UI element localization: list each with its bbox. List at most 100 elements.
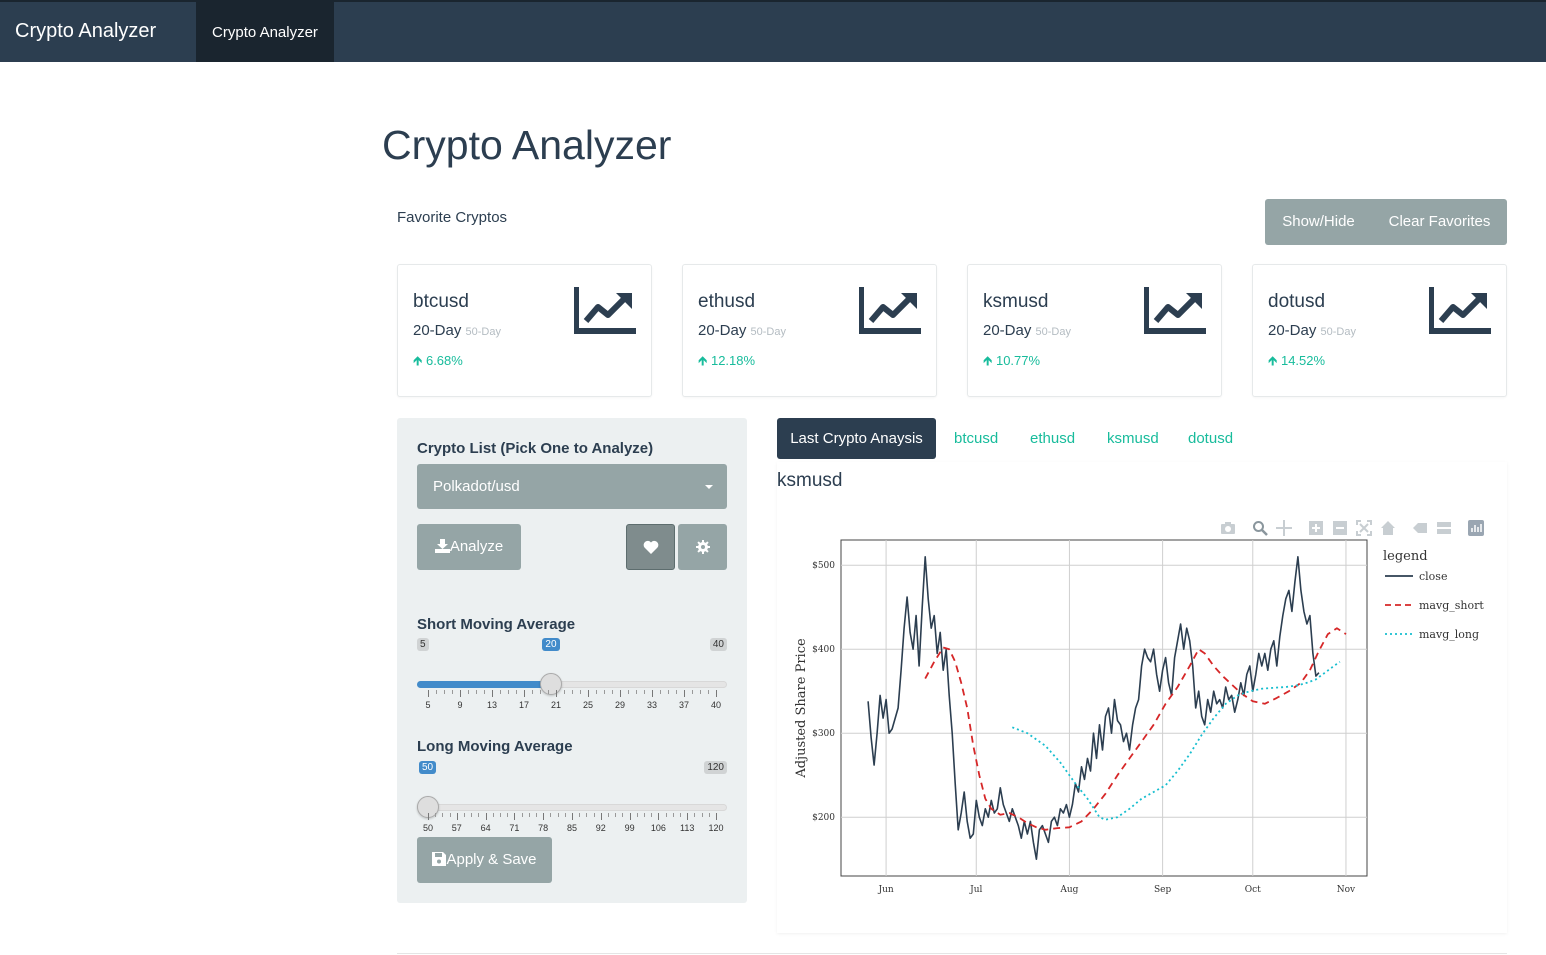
slider-minor-tick (628, 690, 629, 694)
card-period-alt: 50-Day (1035, 326, 1071, 338)
slider-tick-label: 64 (480, 823, 491, 833)
show-hide-button[interactable]: Show/Hide (1265, 199, 1372, 245)
tab-dotusd[interactable]: dotusd (1188, 418, 1233, 459)
clear-favorites-button[interactable]: Clear Favorites (1372, 199, 1507, 245)
slider-minor-tick (615, 813, 617, 817)
navbar-tab-crypto-analyzer[interactable]: Crypto Analyzer (196, 2, 334, 62)
slider-fill (417, 681, 552, 688)
slider-tick-label: 85 (566, 823, 578, 833)
slider-tick-label: 71 (509, 823, 520, 833)
slider-minor-tick (668, 690, 669, 694)
slider-minor-tick (651, 813, 653, 817)
slider-major-tick (428, 813, 429, 820)
slider-minor-tick (665, 813, 667, 817)
slider-minor-tick (708, 813, 710, 817)
slider-tick-label: 57 (451, 823, 462, 833)
analyze-button[interactable]: Analyze (417, 524, 521, 570)
slider-tick-label: 5 (425, 700, 431, 710)
slider-major-tick (716, 813, 717, 820)
chart-title: ksmusd (777, 470, 843, 491)
slider-major-tick (456, 813, 458, 820)
tab-btcusd[interactable]: btcusd (954, 418, 998, 459)
long-ma-slider[interactable]: 120 50 50 57 64 71 78 85 92 99 106 113 120 (417, 757, 727, 833)
slider-major-tick (524, 690, 525, 697)
card-name: btcusd (413, 291, 469, 312)
tab-ksmusd[interactable]: ksmusd (1107, 418, 1159, 459)
slider-major-tick (543, 813, 545, 820)
favorite-heart-button[interactable] (626, 524, 675, 570)
short-ma-slider[interactable]: 5 40 20 5 9 13 17 21 25 29 33 37 40 (417, 634, 727, 710)
slider-tick-label: 40 (710, 700, 722, 710)
slider-tick-label: 21 (550, 700, 562, 710)
gear-icon (695, 540, 710, 554)
slider-max: 120 (704, 761, 727, 774)
card-period: 20-Day 50-Day (983, 322, 1071, 339)
favorite-card-dotusd: dotusd 20-Day 50-Day 🡹 14.52% (1252, 264, 1507, 397)
x-tick-label: Jul (969, 885, 982, 895)
slider-minor-tick (579, 813, 581, 817)
slider-major-tick (716, 690, 717, 697)
slider-minor-tick (500, 690, 501, 694)
card-period-alt: 50-Day (750, 326, 786, 338)
slider-major-tick (620, 690, 621, 697)
slider-minor-tick (593, 813, 595, 817)
slider-ticks: 5 9 13 17 21 25 29 33 37 40 (417, 690, 727, 710)
slider-major-tick (687, 813, 689, 820)
slider-minor-tick (540, 690, 541, 694)
favorites-label: Favorite Cryptos (397, 209, 508, 226)
slider-tick-label: 25 (582, 700, 594, 710)
slider-tick-label: 99 (624, 823, 635, 833)
settings-button[interactable] (678, 524, 727, 570)
save-icon (432, 852, 447, 866)
arrow-up-icon: 🡹 (1268, 353, 1278, 368)
tab-last-analysis[interactable]: Last Crypto Anaysis (777, 418, 936, 459)
slider-tick-label: 113 (680, 823, 695, 833)
slider-tick-label: 29 (614, 700, 626, 710)
control-panel: Crypto List (Pick One to Analyze) Polkad… (397, 418, 747, 903)
slider-minor-tick (660, 690, 661, 694)
chart-line-icon (1144, 287, 1206, 334)
crypto-select[interactable]: Polkadot/usd (417, 464, 727, 509)
y-axis-label: Adjusted Share Price (794, 638, 809, 779)
slider-minor-tick (596, 690, 597, 694)
slider-track[interactable] (417, 804, 727, 811)
slider-minor-tick (708, 690, 709, 694)
tab-ethusd[interactable]: ethusd (1030, 418, 1075, 459)
slider-major-tick (600, 813, 602, 820)
apply-save-label: Apply & Save (446, 851, 537, 868)
slider-tick-label: 17 (518, 700, 530, 710)
slider-minor-tick (700, 690, 701, 694)
slider-minor-tick (484, 690, 485, 694)
slider-value: 20 (542, 638, 560, 651)
bottom-divider (397, 953, 1507, 954)
legend-entry: mavg_long (1419, 628, 1479, 641)
slider-minor-tick (478, 813, 480, 817)
slider-minor-tick (604, 690, 605, 694)
slider-minor-tick (536, 813, 537, 817)
slider-minor-tick (564, 690, 565, 694)
slider-minor-tick (444, 690, 445, 694)
analyze-label: Analyze (449, 538, 504, 555)
navbar-brand[interactable]: Crypto Analyzer (15, 20, 156, 43)
card-change-value: 14.52% (1280, 353, 1326, 368)
card-period-label: 20-Day (698, 322, 747, 339)
slider-major-tick (588, 690, 589, 697)
apply-save-button[interactable]: Apply & Save (417, 837, 552, 883)
slider-minor-tick (471, 813, 473, 817)
slider-minor-tick (436, 690, 437, 694)
slider-minor-tick (468, 690, 469, 694)
card-change: 🡹 12.18% (698, 352, 755, 374)
card-period-label: 20-Day (413, 322, 462, 339)
long-ma-label: Long Moving Average (417, 738, 573, 755)
favorite-card-ethusd: ethusd 20-Day 50-Day 🡹 12.18% (682, 264, 937, 397)
price-chart[interactable]: $200 $300 $400 $500 Jun Jul Aug Sep Oct Nov Adjust… (777, 520, 1507, 940)
slider-minor-tick (507, 813, 509, 817)
card-change-value: 6.68% (425, 353, 463, 368)
slider-minor-tick (692, 690, 693, 694)
slider-major-tick (556, 690, 557, 697)
arrow-up-icon: 🡹 (413, 353, 423, 368)
chart-line-icon (859, 287, 921, 334)
slider-minor-tick (572, 690, 573, 694)
y-tick-label: $300 (812, 729, 835, 739)
legend-entry: mavg_short (1419, 599, 1484, 612)
